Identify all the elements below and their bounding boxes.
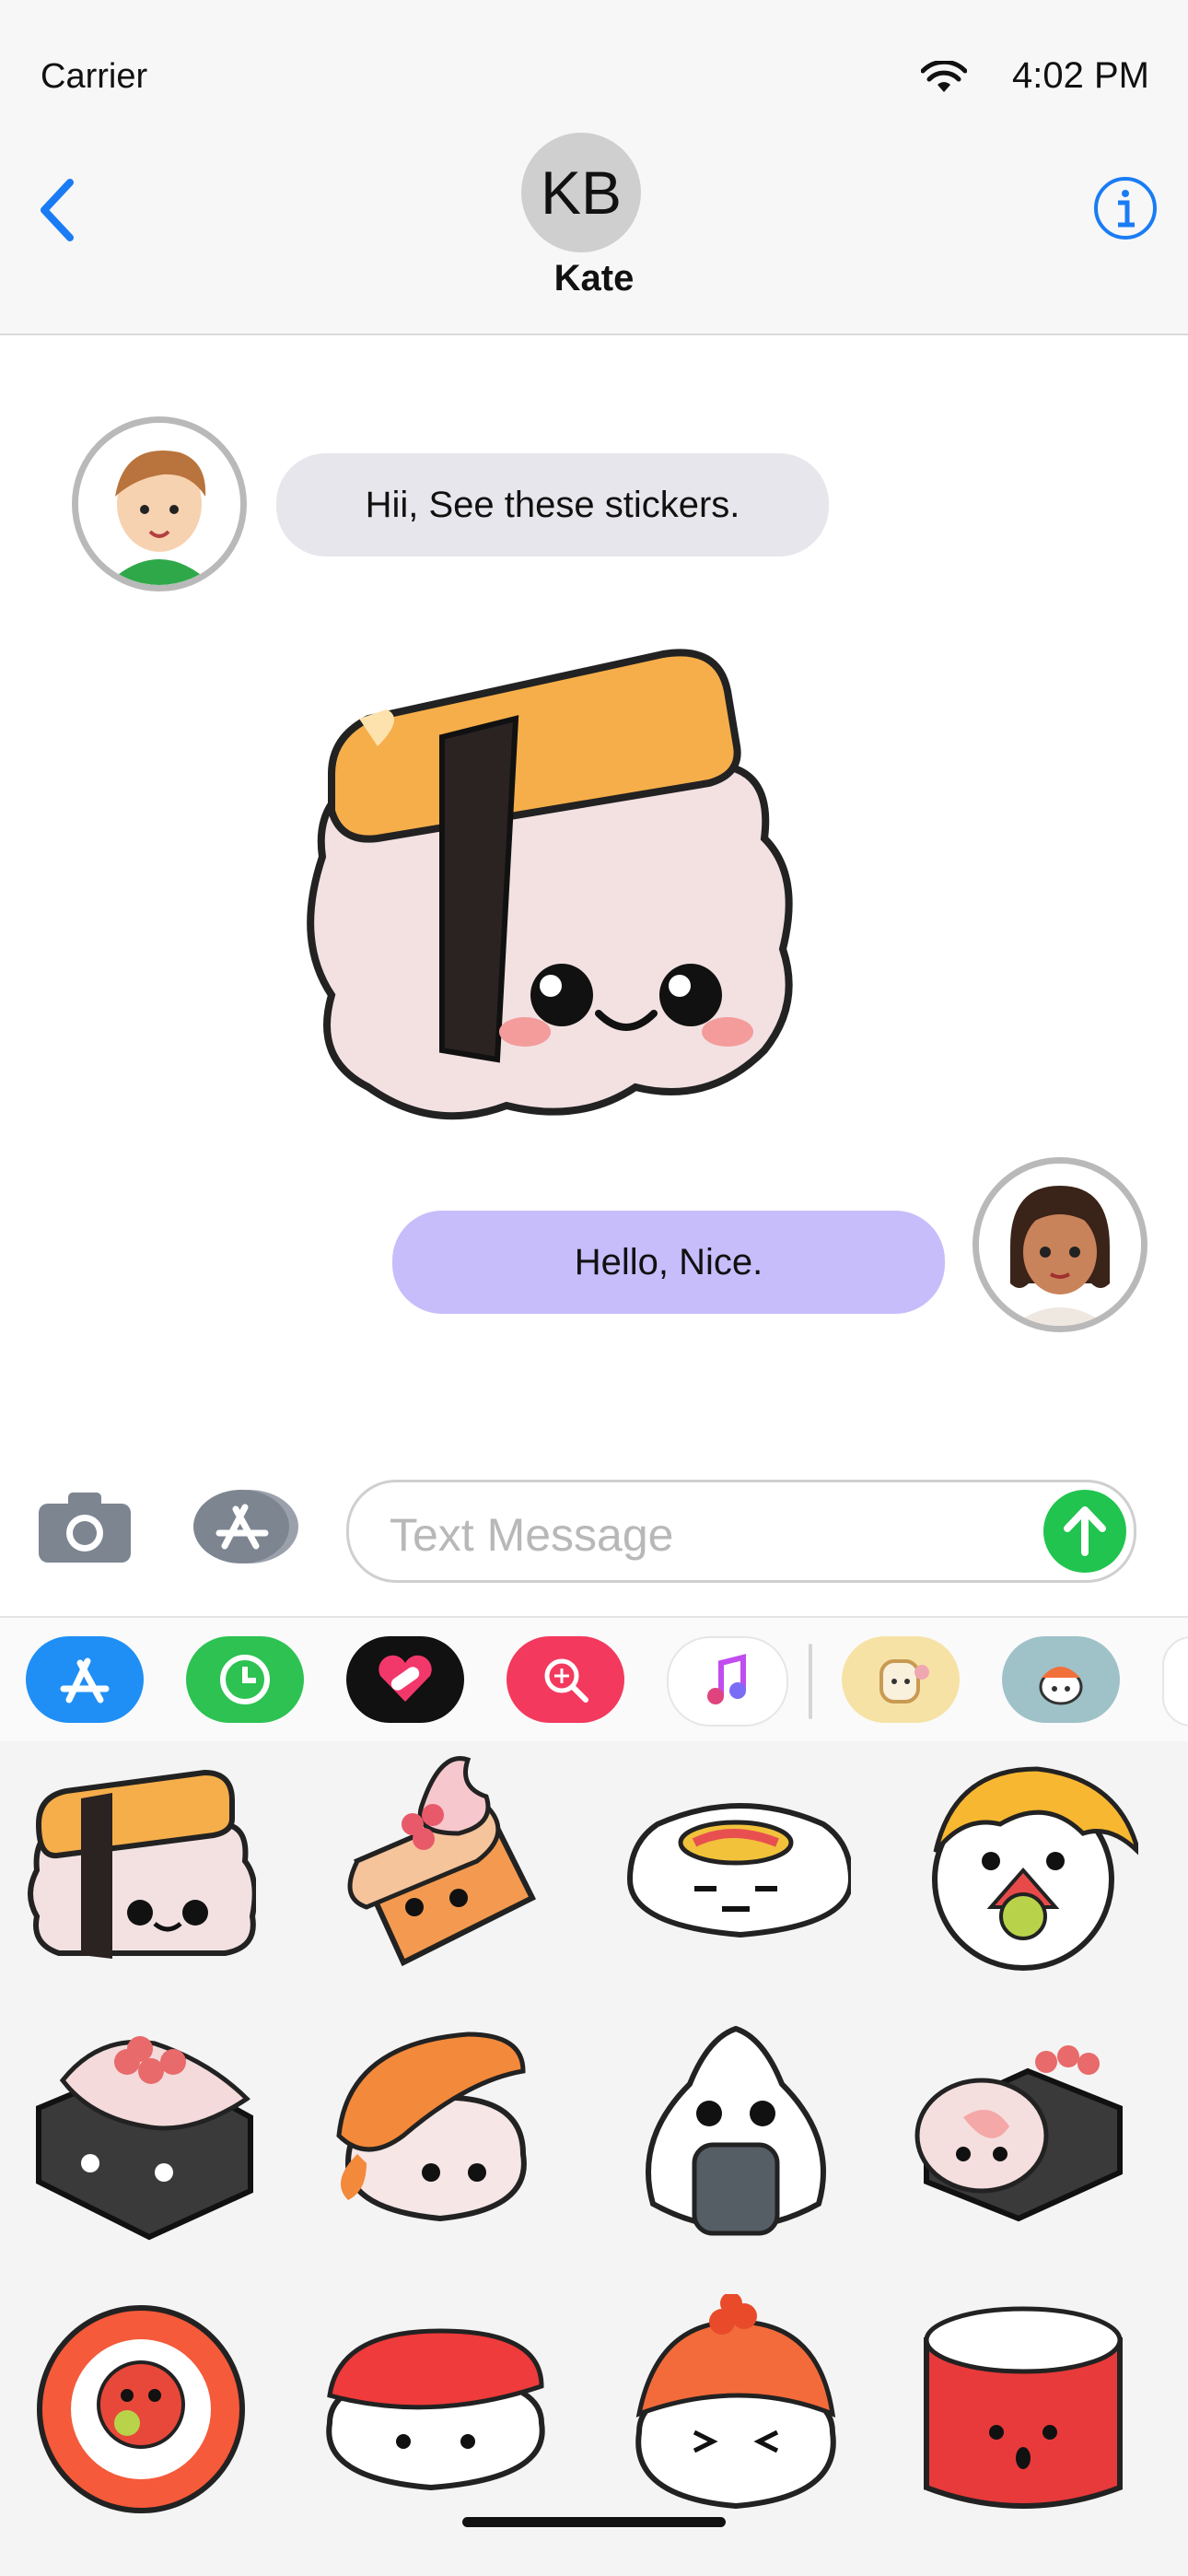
incoming-message-bubble[interactable]: Hii, See these stickers.: [276, 453, 829, 556]
heart-app-icon[interactable]: [346, 1636, 464, 1723]
outgoing-message-bubble[interactable]: Hello, Nice.: [392, 1211, 945, 1314]
onigiri-sticker[interactable]: [621, 2016, 851, 2246]
contact-name[interactable]: Kate: [0, 258, 1188, 299]
app-store-icon[interactable]: [192, 1487, 300, 1566]
back-chevron-icon[interactable]: [33, 173, 79, 247]
boy-avatar-icon: [78, 423, 240, 585]
my-avatar: [973, 1157, 1147, 1332]
bread-sticker-pack-icon[interactable]: [842, 1636, 960, 1723]
message-placeholder: Text Message: [390, 1509, 674, 1561]
tamago-sushi-sticker[interactable]: [304, 626, 884, 1124]
app-store-strip-icon[interactable]: [26, 1636, 144, 1723]
carrier-label: Carrier: [41, 57, 148, 96]
yellow-hair-maki-sticker[interactable]: [908, 1751, 1138, 1981]
home-indicator[interactable]: [462, 2517, 726, 2527]
tuna-roll-surprised-sticker[interactable]: [908, 2294, 1138, 2524]
imessage-app-strip: [0, 1616, 1188, 1743]
sticker-panel: [0, 1741, 1188, 2576]
laughing-roe-nigiri-sticker[interactable]: [621, 2294, 851, 2524]
status-bar: Carrier 4:02 PM: [0, 0, 1188, 129]
salmon-roll-cream-sticker[interactable]: [320, 1751, 551, 1981]
strip-divider: [809, 1644, 812, 1719]
music-icon[interactable]: [667, 1636, 788, 1727]
tamago-nigiri-sticker[interactable]: [26, 1751, 256, 1981]
message-input[interactable]: Text Message: [346, 1480, 1136, 1583]
camera-icon[interactable]: [35, 1487, 134, 1566]
grumpy-maki-sticker[interactable]: [621, 1751, 851, 1981]
tuna-nigiri-sticker[interactable]: [320, 2294, 551, 2524]
clock-app-icon[interactable]: [186, 1636, 304, 1723]
wifi-icon: [921, 61, 967, 92]
side-roll-sticker[interactable]: [908, 2016, 1138, 2246]
gunkan-roe-sticker[interactable]: [26, 2016, 256, 2246]
girl-avatar-icon: [979, 1164, 1141, 1326]
sender-avatar: [72, 416, 247, 591]
contact-avatar[interactable]: KB: [521, 133, 641, 252]
sushi-sticker-pack-icon[interactable]: [1002, 1636, 1120, 1723]
info-icon[interactable]: [1092, 175, 1159, 241]
more-apps-icon[interactable]: [1162, 1636, 1188, 1727]
clock-label: 4:02 PM: [1012, 55, 1149, 96]
salmon-roll-slice-sticker[interactable]: [26, 2294, 256, 2524]
send-arrow-icon[interactable]: [1043, 1490, 1126, 1573]
image-search-icon[interactable]: [507, 1636, 624, 1723]
shrimp-nigiri-sticker[interactable]: [320, 2016, 551, 2246]
